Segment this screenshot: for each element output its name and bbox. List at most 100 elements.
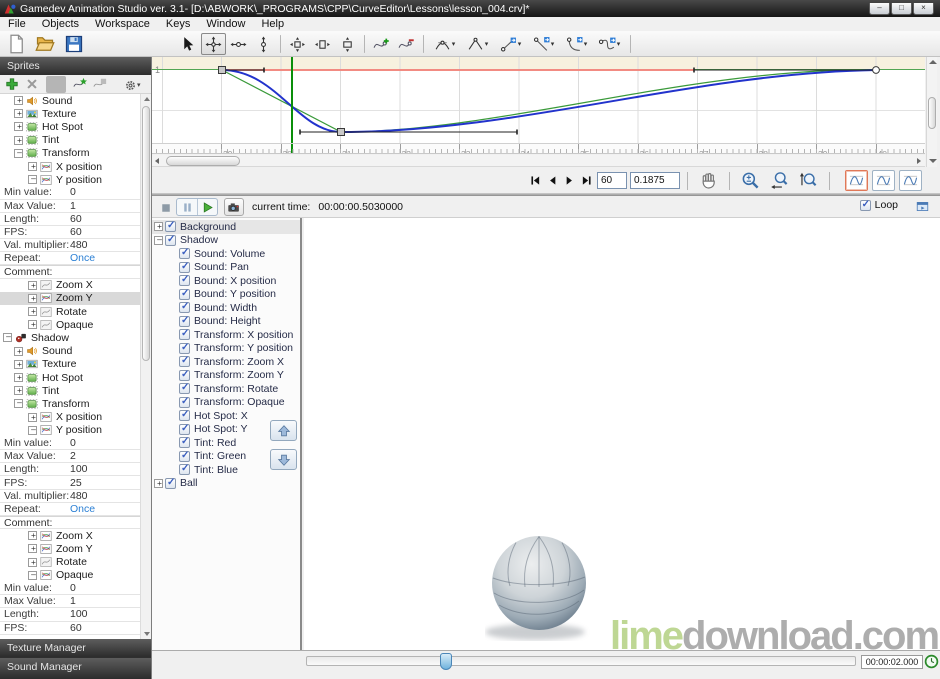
add-curve-button[interactable]	[70, 76, 90, 93]
keyframe-31[interactable]	[338, 129, 345, 136]
chevron-down-icon[interactable]	[617, 40, 621, 48]
tool-button[interactable]	[364, 35, 365, 53]
sprites-tree-row[interactable]: Tint	[0, 384, 141, 397]
move-key-tool[interactable]	[201, 33, 226, 55]
sprites-tree-row[interactable]: Comment:	[0, 516, 141, 529]
layer-row[interactable]: Sound: Volume	[152, 247, 300, 261]
tree-expander[interactable]	[154, 222, 163, 231]
loop-checkbox[interactable]	[860, 200, 871, 211]
tree-expander[interactable]	[28, 281, 37, 290]
sprites-tree-row[interactable]: Opaque	[0, 569, 141, 582]
frame-ruler[interactable]: 29 30 31 32 33 34 35 36 37 38 39 40	[152, 143, 925, 154]
playhead-ruler-marker[interactable]	[291, 144, 293, 153]
move-layer-down-button[interactable]	[270, 449, 297, 470]
layer-row[interactable]: Transform: Zoom Y	[152, 369, 300, 383]
chevron-down-icon[interactable]	[485, 40, 489, 48]
tree-expander[interactable]	[154, 479, 163, 488]
sprites-tree-row[interactable]: Min value: 0	[0, 186, 141, 199]
tree-expander[interactable]	[14, 149, 23, 158]
layer-row[interactable]: Transform: X position	[152, 328, 300, 342]
move-horizontal-tool[interactable]	[226, 33, 251, 55]
go-first-frame-button[interactable]	[527, 172, 544, 189]
layer-checkbox[interactable]	[179, 370, 190, 381]
curve-view-all-button[interactable]	[845, 170, 868, 191]
scrollbar-thumb[interactable]	[142, 106, 150, 361]
plot-horizontal-scrollbar[interactable]	[152, 155, 925, 167]
layer-checkbox[interactable]	[179, 397, 190, 408]
timeline-clock-button[interactable]	[924, 654, 939, 669]
sprites-tree-row[interactable]: Val. multiplier: 480	[0, 490, 141, 503]
tree-expander[interactable]	[14, 136, 23, 145]
sprites-tree-row[interactable]: FPS: 25	[0, 476, 141, 489]
sprites-tree-row[interactable]: Length: 60	[0, 213, 141, 226]
tree-expander[interactable]	[154, 236, 163, 245]
sprites-tree-row[interactable]: Zoom X	[0, 279, 141, 292]
tree-expander[interactable]	[28, 320, 37, 329]
layer-row[interactable]: Bound: X position	[152, 274, 300, 288]
tree-expander[interactable]	[3, 333, 12, 342]
layer-checkbox[interactable]	[165, 478, 176, 489]
preview-window-button[interactable]	[912, 198, 932, 215]
layer-checkbox[interactable]	[179, 356, 190, 367]
tree-expander[interactable]	[14, 347, 23, 356]
tree-expander[interactable]	[14, 399, 23, 408]
sound-manager-tab[interactable]: Sound Manager	[0, 658, 151, 679]
menu-item[interactable]: File	[0, 17, 34, 31]
layer-checkbox[interactable]	[179, 437, 190, 448]
menu-item[interactable]: Keys	[158, 17, 198, 31]
close-button[interactable]: ×	[913, 3, 934, 15]
sprites-tree-row[interactable]: Shadow	[0, 331, 141, 344]
layer-checkbox[interactable]	[179, 343, 190, 354]
open-file-button[interactable]	[32, 32, 58, 56]
sprites-tree-row[interactable]: Hot Spot	[0, 371, 141, 384]
layer-checkbox[interactable]	[179, 262, 190, 273]
tree-expander[interactable]	[28, 426, 37, 435]
zoom-tool-button[interactable]	[737, 170, 764, 192]
scroll-up-icon[interactable]	[928, 58, 937, 67]
chevron-down-icon[interactable]	[584, 40, 588, 48]
layer-checkbox[interactable]	[179, 289, 190, 300]
zoom-vertical-button[interactable]	[795, 170, 822, 192]
sprites-options-button[interactable]: ▾	[124, 77, 148, 93]
value-field[interactable]	[630, 172, 680, 189]
layer-checkbox[interactable]	[179, 329, 190, 340]
tangent-arc-tool[interactable]	[560, 33, 593, 55]
sprites-tree-row[interactable]: Max Value: 2	[0, 450, 141, 463]
remove-curve-button[interactable]	[90, 76, 110, 93]
sprites-tree-row[interactable]: Tint	[0, 134, 141, 147]
layer-row[interactable]: Bound: Y position	[152, 288, 300, 302]
layer-row[interactable]: Background	[152, 220, 300, 234]
tree-expander[interactable]	[28, 544, 37, 553]
layer-checkbox[interactable]	[179, 248, 190, 259]
scroll-left-icon[interactable]	[153, 156, 163, 166]
layer-checkbox[interactable]	[165, 235, 176, 246]
tool-button[interactable]	[423, 35, 424, 53]
curve-plot-area[interactable]: 1	[152, 57, 925, 143]
layer-row[interactable]: Bound: Width	[152, 301, 300, 315]
sprites-tree-row[interactable]: Opaque	[0, 318, 141, 331]
sprites-tree-row[interactable]: Repeat: Once	[0, 503, 141, 516]
sprites-tree-row[interactable]: Rotate	[0, 556, 141, 569]
move-selection-vertical-tool[interactable]	[335, 33, 360, 55]
pan-tool-button[interactable]	[695, 170, 722, 192]
layer-row[interactable]: Bound: Height	[152, 315, 300, 329]
layer-row[interactable]: Transform: Y position	[152, 342, 300, 356]
layer-row[interactable]: Sound: Pan	[152, 261, 300, 275]
scroll-up-icon[interactable]	[142, 95, 151, 104]
sprites-tree-row[interactable]: Rotate	[0, 305, 141, 318]
sprites-tree-row[interactable]: FPS: 60	[0, 622, 141, 635]
tool-button[interactable]	[630, 35, 631, 53]
layer-checkbox[interactable]	[179, 451, 190, 462]
tree-expander[interactable]	[14, 373, 23, 382]
tree-expander[interactable]	[14, 109, 23, 118]
tree-expander[interactable]	[28, 294, 37, 303]
move-selection-tool[interactable]	[285, 33, 310, 55]
tangent-handles[interactable]	[222, 70, 876, 132]
playhead-line[interactable]	[291, 57, 293, 143]
zoom-horizontal-button[interactable]	[766, 170, 793, 192]
sprites-tree-row[interactable]: Transform	[0, 147, 141, 160]
tree-expander[interactable]	[28, 571, 37, 580]
maximize-button[interactable]: □	[891, 3, 912, 15]
tree-expander[interactable]	[14, 386, 23, 395]
sprites-tree-row[interactable]: Max Value: 1	[0, 200, 141, 213]
